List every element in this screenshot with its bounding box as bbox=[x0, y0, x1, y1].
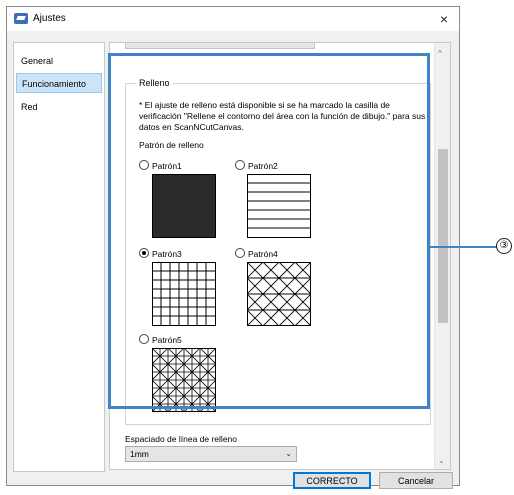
ok-button[interactable]: CORRECTO bbox=[293, 472, 371, 489]
line-spacing-select[interactable]: 1mm ⌄ bbox=[125, 446, 297, 462]
callout-line bbox=[430, 246, 497, 248]
line-spacing-label: Espaciado de línea de relleno bbox=[125, 434, 237, 444]
content-scrollbar[interactable]: ^ ⌄ bbox=[434, 43, 450, 469]
scroll-down-icon[interactable]: ⌄ bbox=[438, 456, 445, 465]
scroll-up-icon[interactable]: ^ bbox=[438, 49, 442, 58]
sidebar-item-general[interactable]: General bbox=[16, 51, 102, 71]
sidebar-item-red[interactable]: Red bbox=[16, 97, 102, 117]
sidebar-item-funcionamiento[interactable]: Funcionamiento bbox=[16, 73, 102, 93]
title-bar: Ajustes × bbox=[7, 7, 459, 31]
clipped-control-above bbox=[125, 43, 315, 49]
scanncut-app-icon bbox=[14, 13, 28, 24]
close-button[interactable]: × bbox=[435, 10, 453, 28]
cancel-button[interactable]: Cancelar bbox=[379, 472, 453, 489]
window-title: Ajustes bbox=[33, 13, 66, 24]
callout-number: ③ bbox=[496, 238, 512, 254]
chevron-down-icon: ⌄ bbox=[285, 449, 292, 458]
settings-sidebar: General Funcionamiento Red bbox=[13, 42, 105, 472]
scroll-thumb[interactable] bbox=[438, 149, 448, 323]
line-spacing-value: 1mm bbox=[130, 449, 149, 459]
callout-highlight-box bbox=[108, 53, 430, 409]
